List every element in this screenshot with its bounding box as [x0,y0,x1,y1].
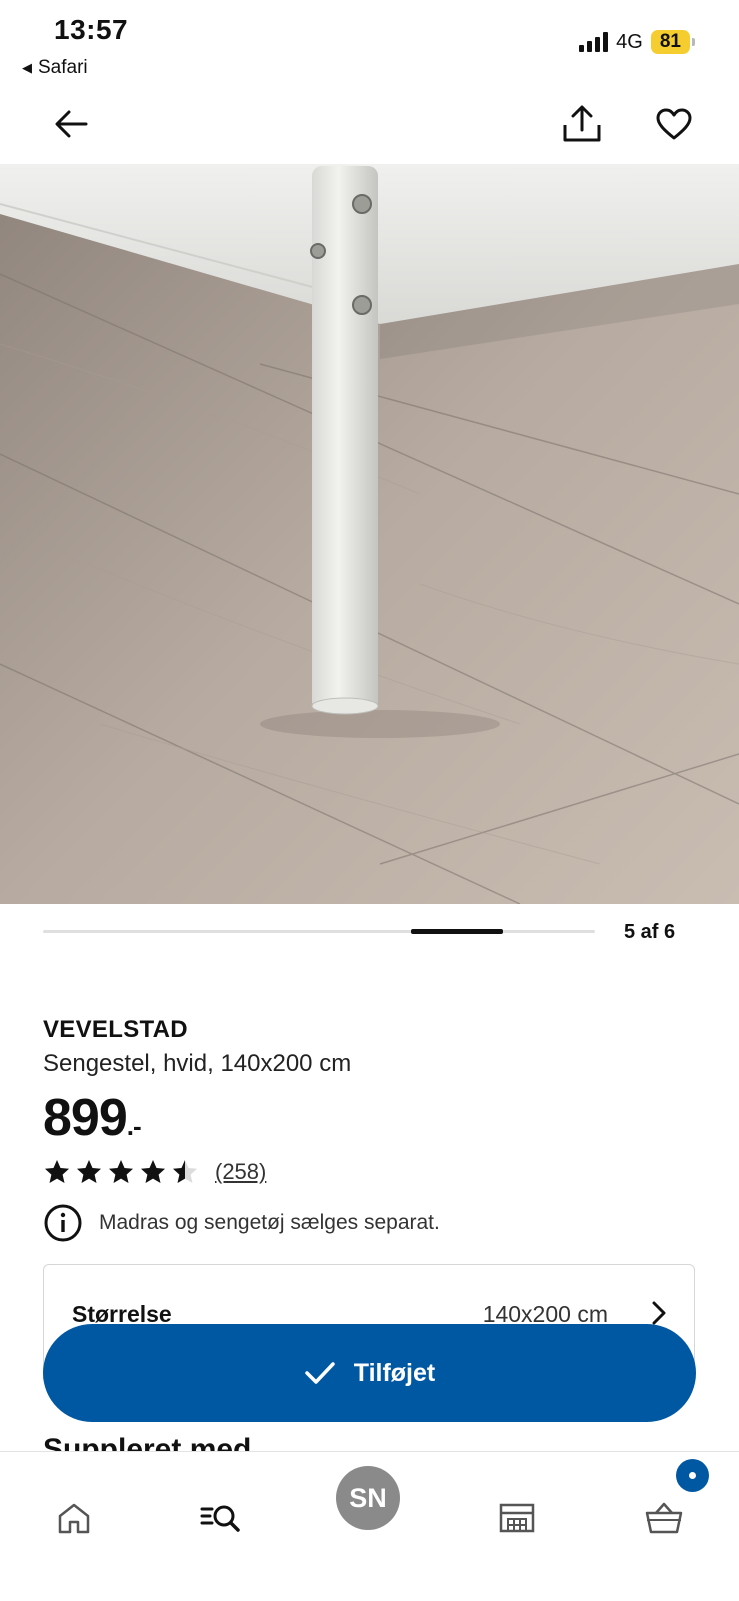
tab-search[interactable] [190,1488,250,1548]
added-button-label: Tilføjet [353,1358,436,1387]
status-indicators: 4G 81 [579,30,695,54]
info-icon [44,1204,82,1242]
share-button[interactable] [557,99,607,149]
gallery-counter: 5 af 6 [624,921,676,943]
tab-profile-avatar[interactable]: SN [336,1466,400,1530]
price-suffix: .- [126,1111,142,1141]
battery-icon: 81 [650,30,695,54]
home-icon [58,1503,90,1534]
signal-icon [579,32,609,52]
product-photo [0,164,739,904]
favorite-button[interactable] [649,99,699,149]
back-app-label: Safari [38,57,88,78]
info-notice-text: Madras og sengetøj sælges separat. [99,1211,440,1234]
star-icon [173,1160,197,1183]
heart-icon [656,108,692,140]
battery-level: 81 [650,30,690,54]
arrow-left-icon [55,110,88,138]
rating-stars [43,1158,199,1186]
product-price: 899.- [43,1088,142,1148]
product-description: Sengestel, hvid, 140x200 cm [43,1050,352,1077]
tab-cart[interactable] [634,1488,694,1548]
star-icon [109,1160,133,1183]
review-count-link[interactable]: (258) [215,1159,266,1185]
chevron-right-icon [652,1301,666,1325]
back-triangle-icon: ◀ [22,60,32,75]
product-rating[interactable]: (258) [43,1158,266,1186]
gallery-progress-thumb [411,929,503,934]
product-name: VEVELSTAD [43,1016,188,1043]
status-time: 13:57 [54,14,129,45]
product-image[interactable] [0,164,739,904]
star-icon [45,1160,69,1183]
back-to-app-link[interactable]: ◀ Safari [22,57,88,79]
added-to-cart-button[interactable]: Tilføjet [43,1324,696,1422]
price-value: 899 [43,1089,128,1147]
tab-home[interactable] [44,1488,104,1548]
tab-store[interactable] [487,1488,547,1548]
gallery-progress-track[interactable] [43,929,595,934]
star-icon [141,1160,165,1183]
share-icon [563,105,601,142]
back-button[interactable] [46,99,96,149]
cart-badge [676,1459,709,1492]
star-icon [77,1160,101,1183]
checkmark-icon [305,1362,335,1384]
search-icon [200,1505,240,1532]
cart-icon [645,1502,683,1534]
store-icon [499,1503,535,1533]
bottom-tab-bar: SN [0,1451,739,1601]
network-type: 4G [616,30,643,53]
info-notice: Madras og sengetøj sælges separat. [43,1203,440,1243]
